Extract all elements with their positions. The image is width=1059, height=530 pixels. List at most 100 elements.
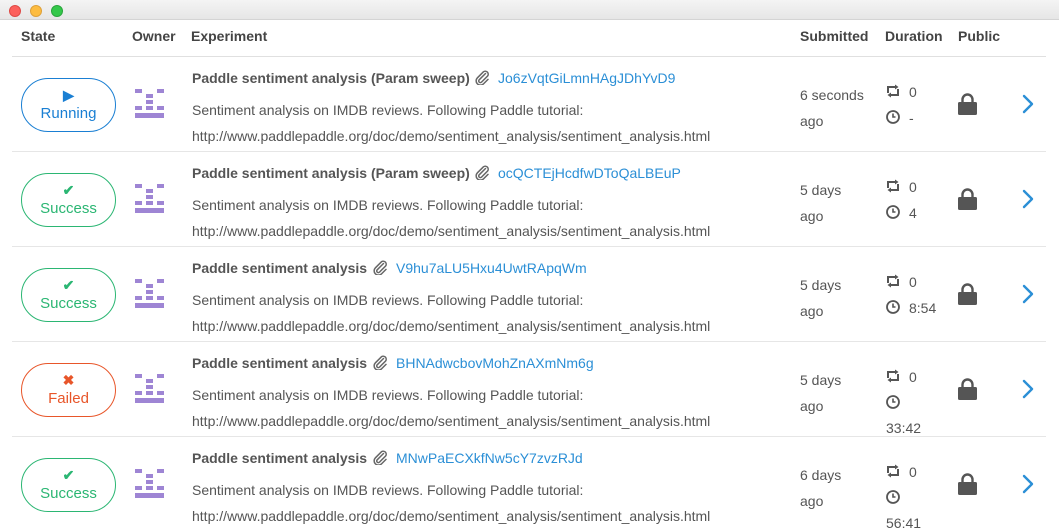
retry-icon (887, 179, 899, 193)
duration-value: 56:41 (886, 515, 922, 530)
column-header-duration: Duration (885, 28, 943, 44)
check-icon: ✔ (62, 277, 75, 293)
description-url: http://www.paddlepaddle.org/doc/demo/sen… (192, 508, 711, 524)
experiment-id-link[interactable]: V9hu7aLU5Hxu4UwtRApqWm (396, 260, 587, 276)
state-badge[interactable]: ✔ Success (21, 458, 116, 512)
experiment-description: Sentiment analysis on IMDB reviews. Foll… (192, 192, 782, 244)
column-header-state: State (21, 28, 56, 44)
submitted-time: 5 days ago (800, 272, 841, 324)
submitted-time: 5 days ago (800, 177, 841, 229)
submitted-line-1: 6 seconds (800, 87, 864, 103)
column-header-owner: Owner (132, 28, 176, 44)
experiment-description: Sentiment analysis on IMDB reviews. Foll… (192, 287, 782, 339)
duration-value: 33:42 (886, 420, 922, 436)
submitted-line-2: ago (800, 398, 824, 414)
owner-avatar-icon[interactable] (135, 374, 164, 404)
retry-icon (887, 274, 899, 288)
state-label: Success (40, 200, 97, 217)
retry-icon (887, 464, 899, 478)
column-header-experiment: Experiment (191, 28, 268, 44)
experiment-title[interactable]: Paddle sentiment analysis (Param sweep) (192, 165, 470, 181)
lock-icon (958, 473, 977, 495)
clock-icon (886, 300, 900, 314)
close-window-button[interactable] (9, 5, 21, 17)
zoom-window-button[interactable] (51, 5, 63, 17)
experiment-id-link[interactable]: MNwPaECXkfNw5cY7zvzRJd (396, 450, 583, 466)
owner-avatar-icon[interactable] (135, 184, 164, 214)
lock-icon (958, 93, 977, 115)
description-line: Sentiment analysis on IMDB reviews. Foll… (192, 197, 584, 213)
play-icon: ▶ (63, 87, 74, 103)
experiment-id-link[interactable]: BHNAdwcbovMohZnAXmNm6g (396, 355, 594, 371)
submitted-time: 5 days ago (800, 367, 841, 419)
experiment-title[interactable]: Paddle sentiment analysis (Param sweep) (192, 70, 470, 86)
experiment-title[interactable]: Paddle sentiment analysis (192, 450, 367, 466)
state-badge[interactable]: ✔ Success (21, 268, 116, 322)
x-icon: ✖ (62, 372, 75, 388)
chevron-right-icon[interactable] (1021, 378, 1035, 400)
owner-avatar-icon[interactable] (135, 279, 164, 309)
submitted-line-2: ago (800, 208, 824, 224)
experiment-row[interactable]: ✔ Success Paddle sentiment analysis (Par… (0, 152, 1059, 247)
description-line: Sentiment analysis on IMDB reviews. Foll… (192, 387, 584, 403)
lock-icon (958, 188, 977, 210)
minimize-window-button[interactable] (30, 5, 42, 17)
description-url: http://www.paddlepaddle.org/doc/demo/sen… (192, 413, 711, 429)
chevron-right-icon[interactable] (1021, 473, 1035, 495)
chevron-right-icon[interactable] (1021, 283, 1035, 305)
submitted-time: 6 days ago (800, 462, 841, 514)
description-url: http://www.paddlepaddle.org/doc/demo/sen… (192, 318, 711, 334)
submitted-line-2: ago (800, 303, 824, 319)
submitted-time: 6 seconds ago (800, 82, 864, 134)
experiment-row[interactable]: ✔ Success Paddle sentiment analysis MNwP… (0, 437, 1059, 530)
retry-count: 0 (909, 179, 917, 195)
retry-count: 0 (909, 369, 917, 385)
column-header-public: Public (958, 28, 1001, 44)
experiment-row[interactable]: ▶ Running Paddle sentiment analysis (Par… (0, 57, 1059, 152)
clock-icon (886, 205, 900, 219)
retry-icon (887, 84, 899, 98)
duration-value: - (909, 110, 914, 126)
clock-icon (886, 490, 900, 504)
lock-icon (958, 378, 977, 400)
submitted-line-1: 5 days (800, 182, 842, 198)
owner-avatar-icon[interactable] (135, 89, 164, 119)
submitted-line-1: 5 days (800, 372, 842, 388)
state-label: Success (40, 295, 97, 312)
state-badge[interactable]: ▶ Running (21, 78, 116, 132)
state-badge[interactable]: ✔ Success (21, 173, 116, 227)
description-line: Sentiment analysis on IMDB reviews. Foll… (192, 482, 584, 498)
retry-count: 0 (909, 274, 917, 290)
check-icon: ✔ (62, 182, 75, 198)
experiment-id-link[interactable]: ocQCTEjHcdfwDToQaLBEuP (498, 165, 681, 181)
check-icon: ✔ (62, 467, 75, 483)
description-line: Sentiment analysis on IMDB reviews. Foll… (192, 102, 584, 118)
chevron-right-icon[interactable] (1021, 188, 1035, 210)
description-url: http://www.paddlepaddle.org/doc/demo/sen… (192, 128, 711, 144)
paperclip-icon (373, 260, 387, 275)
experiment-row[interactable]: ✔ Success Paddle sentiment analysis V9hu… (0, 247, 1059, 342)
submitted-line-2: ago (800, 113, 824, 129)
submitted-line-1: 5 days (800, 277, 842, 293)
paperclip-icon (475, 165, 489, 180)
experiment-title[interactable]: Paddle sentiment analysis (192, 355, 367, 371)
description-url: http://www.paddlepaddle.org/doc/demo/sen… (192, 223, 711, 239)
owner-avatar-icon[interactable] (135, 469, 164, 499)
chevron-right-icon[interactable] (1021, 93, 1035, 115)
lock-icon (958, 283, 977, 305)
state-badge[interactable]: ✖ Failed (21, 363, 116, 417)
duration-value: 4 (909, 205, 917, 221)
state-label: Failed (48, 390, 89, 407)
submitted-line-2: ago (800, 493, 824, 509)
column-header-submitted: Submitted (800, 28, 869, 44)
clock-icon (886, 395, 900, 409)
experiment-id-link[interactable]: Jo6zVqtGiLmnHAgJDhYvD9 (498, 70, 675, 86)
paperclip-icon (475, 70, 489, 85)
experiment-description: Sentiment analysis on IMDB reviews. Foll… (192, 97, 782, 149)
paperclip-icon (373, 355, 387, 370)
experiment-title[interactable]: Paddle sentiment analysis (192, 260, 367, 276)
retry-count: 0 (909, 84, 917, 100)
retry-icon (887, 369, 899, 383)
experiment-row[interactable]: ✖ Failed Paddle sentiment analysis BHNAd… (0, 342, 1059, 437)
window-titlebar (0, 0, 1059, 20)
